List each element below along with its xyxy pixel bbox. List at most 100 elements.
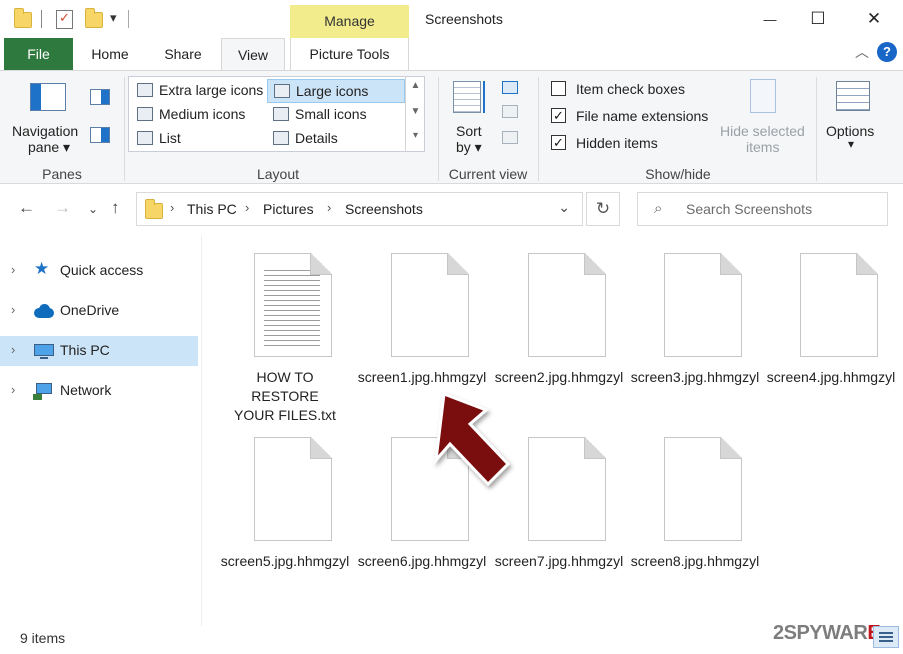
large-icons-icon [274,84,290,98]
properties-icon[interactable]: ✓ [56,10,73,29]
file-name: screen7.jpg.hhmgzyl [494,553,624,569]
sidebar-item-label: This PC [60,342,110,358]
layout-extra-large-icons[interactable]: Extra large icons [131,79,265,103]
folder-icon[interactable] [14,8,32,28]
sidebar-item-onedrive[interactable]: › OneDrive [0,296,198,326]
address-history-chevron-down-icon[interactable]: ⌄ [558,199,570,216]
options-dropdown[interactable]: ▾ [848,137,854,151]
show-hide-group-label: Show/hide [645,166,711,182]
expand-chevron-icon[interactable]: › [11,262,15,277]
panes-group: Navigation pane ▾ Panes [0,71,124,185]
expand-chevron-icon[interactable]: › [11,302,15,317]
navigation-pane-label[interactable]: Navigation [12,123,78,139]
breadcrumb-this-pc[interactable]: This PC [187,201,237,217]
breadcrumb-separator[interactable]: › [327,200,331,215]
refresh-icon[interactable]: ↻ [586,192,620,226]
layout-gallery-scroll[interactable]: ▲ ▼ ▾ [405,76,425,152]
options-icon[interactable] [836,81,870,111]
group-by-icon[interactable] [502,81,518,94]
file-name: screen3.jpg.hhmgzyl [630,369,760,385]
close-button[interactable]: ✕ [850,0,898,38]
search-box[interactable]: ⌕ [637,192,888,226]
layout-small-icons[interactable]: Small icons [267,103,405,127]
panes-group-label: Panes [42,166,82,182]
gallery-expand-icon[interactable]: ▾ [406,130,425,141]
text-document-icon [254,253,332,357]
pane-divider[interactable] [201,236,202,626]
item-check-boxes-checkbox[interactable] [551,81,566,96]
status-item-count: 9 items [20,630,66,646]
file-name-extensions-checkbox[interactable]: ✓ [551,108,566,123]
breadcrumb-screenshots[interactable]: Screenshots [345,201,423,217]
file-name: screen5.jpg.hhmgzyl [220,553,350,569]
hidden-items-checkbox[interactable]: ✓ [551,135,566,150]
customize-toolbar-dropdown[interactable]: ▾ [110,10,117,26]
sort-by-dropdown[interactable]: by ▾ [456,139,482,156]
tab-home[interactable]: Home [80,38,140,70]
sidebar-item-label: Quick access [60,262,144,278]
gallery-scroll-up-icon[interactable]: ▲ [406,80,425,91]
forward-arrow-icon[interactable]: → [54,198,71,218]
file-item[interactable]: screen5.jpg.hhmgzyl [217,429,353,609]
file-item[interactable]: HOW TO RESTORE YOUR FILES.txt [217,245,353,425]
manage-context-tab[interactable]: Manage [290,5,409,38]
maximize-button[interactable]: ☐ [794,0,842,38]
navigation-pane-icon[interactable] [30,83,66,111]
ribbon: Navigation pane ▾ Panes Layout Extra lar… [0,70,903,184]
search-icon: ⌕ [654,200,663,217]
expand-chevron-icon[interactable]: › [11,382,15,397]
sidebar-item-this-pc[interactable]: › This PC [0,336,198,366]
size-columns-icon[interactable] [502,131,518,144]
sidebar-item-label: Network [60,382,112,398]
recent-locations-chevron-down-icon[interactable]: ⌄ [88,202,98,216]
breadcrumb-pictures[interactable]: Pictures [263,201,314,217]
sort-by-icon[interactable] [453,81,481,113]
up-arrow-icon[interactable]: ↑ [111,198,120,218]
item-check-boxes-label[interactable]: Item check boxes [576,81,685,97]
address-bar[interactable]: › This PC › Pictures › Screenshots ⌄ [136,192,583,226]
details-pane-icon[interactable] [90,127,110,143]
back-arrow-icon[interactable]: ← [18,198,35,218]
tab-picture-tools[interactable]: Picture Tools [290,38,409,70]
hidden-items-label[interactable]: Hidden items [576,135,658,151]
file-name-extensions-label[interactable]: File name extensions [576,108,708,124]
tab-view[interactable]: View [221,38,285,70]
layout-details[interactable]: Details [267,127,405,151]
sidebar-item-network[interactable]: › Network [0,376,198,406]
expand-chevron-icon[interactable]: › [11,342,15,357]
watermark-logo: 2SPYWARE [773,622,881,644]
sidebar-item-quick-access[interactable]: › ★ Quick access [0,256,198,286]
tab-share[interactable]: Share [150,38,216,70]
layout-medium-icons[interactable]: Medium icons [131,103,265,127]
hide-selected-items-label-2[interactable]: items [746,139,779,155]
extra-large-icons-icon [137,83,153,97]
file-item[interactable]: screen8.jpg.hhmgzyl [627,429,763,609]
toolbar-separator [128,10,129,28]
file-name: screen8.jpg.hhmgzyl [630,553,760,569]
large-icons-view-icon[interactable] [873,626,899,648]
help-icon[interactable]: ? [877,42,897,62]
layout-large-icons[interactable]: Large icons [267,79,405,103]
collapse-ribbon-icon[interactable]: ︿ [855,42,869,62]
sort-by-label[interactable]: Sort [456,123,482,139]
layout-gallery: Extra large icons Large icons Medium ico… [128,76,425,152]
gallery-scroll-down-icon[interactable]: ▼ [406,106,425,117]
hide-selected-items-label[interactable]: Hide selected [720,123,805,139]
file-item[interactable]: screen4.jpg.hhmgzyl [763,245,899,425]
details-icon [273,131,289,145]
breadcrumb-separator[interactable]: › [245,200,249,215]
layout-item-label: Details [295,130,338,146]
navigation-pane-dropdown[interactable]: pane ▾ [28,139,70,156]
preview-pane-icon[interactable] [90,89,110,105]
layout-list[interactable]: List [131,127,265,151]
search-input[interactable] [686,199,881,219]
minimize-button[interactable]: — [746,0,794,38]
toolbar-separator [41,10,42,28]
blank-file-icon [664,437,742,541]
new-folder-icon[interactable] [85,8,103,28]
quick-access-toolbar: ✓ ▾ [0,8,140,34]
layout-item-label: Extra large icons [159,82,264,98]
file-item[interactable]: screen3.jpg.hhmgzyl [627,245,763,425]
add-columns-icon[interactable] [502,105,518,118]
breadcrumb-separator[interactable]: › [170,200,174,215]
